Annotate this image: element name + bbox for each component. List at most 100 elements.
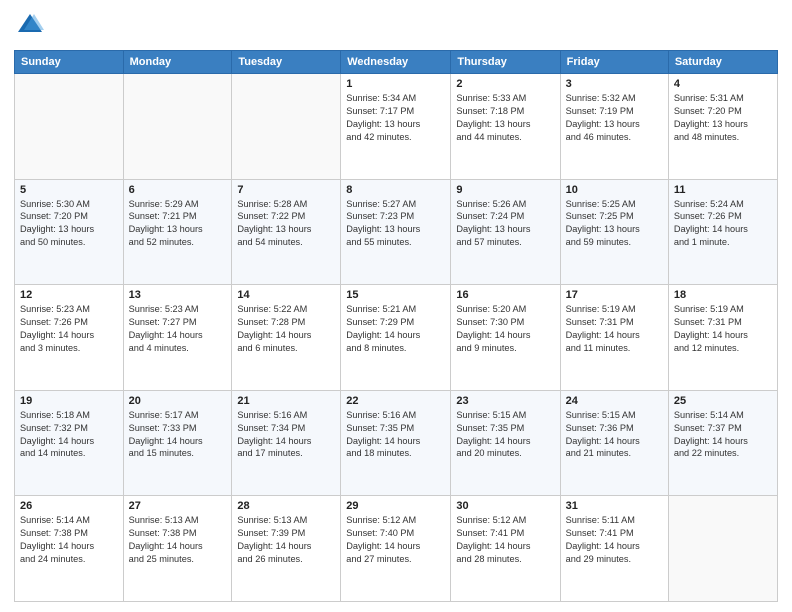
day-number: 6 [129,184,227,196]
day-number: 2 [456,78,554,90]
col-header-wednesday: Wednesday [341,51,451,74]
day-info: Sunrise: 5:11 AM Sunset: 7:41 PM Dayligh… [566,514,663,566]
header [14,10,778,42]
calendar-cell [15,74,124,180]
day-number: 8 [346,184,445,196]
day-number: 7 [237,184,335,196]
calendar-cell: 13 Sunrise: 5:23 AM Sunset: 7:27 PM Dayli… [123,285,232,391]
calendar-cell: 10 Sunrise: 5:25 AM Sunset: 7:25 PM Dayli… [560,179,668,285]
day-number: 16 [456,289,554,301]
calendar-cell: 12Sunrise: 5:23 AM Sunset: 7:26 PM Dayli… [15,285,124,391]
calendar-cell: 4 Sunrise: 5:31 AM Sunset: 7:20 PM Daylig… [668,74,777,180]
day-number: 5 [20,184,118,196]
day-info: Sunrise: 5:15 AM Sunset: 7:36 PM Dayligh… [566,409,663,461]
calendar-cell: 8 Sunrise: 5:27 AM Sunset: 7:23 PM Daylig… [341,179,451,285]
calendar-cell: 7 Sunrise: 5:28 AM Sunset: 7:22 PM Daylig… [232,179,341,285]
col-header-friday: Friday [560,51,668,74]
calendar-cell: 30 Sunrise: 5:12 AM Sunset: 7:41 PM Dayli… [451,496,560,602]
calendar-cell: 20Sunrise: 5:17 AM Sunset: 7:33 PM Dayli… [123,390,232,496]
day-number: 23 [456,395,554,407]
calendar-cell [123,74,232,180]
day-info: Sunrise: 5:27 AM Sunset: 7:23 PM Dayligh… [346,198,445,250]
day-number: 21 [237,395,335,407]
day-info: Sunrise: 5:13 AM Sunset: 7:38 PM Dayligh… [129,514,227,566]
logo-icon [14,10,46,42]
day-info: Sunrise: 5:16 AM Sunset: 7:34 PM Dayligh… [237,409,335,461]
day-number: 3 [566,78,663,90]
day-number: 13 [129,289,227,301]
day-number: 18 [674,289,772,301]
day-number: 19 [20,395,118,407]
day-info: Sunrise: 5:19 AM Sunset: 7:31 PM Dayligh… [674,303,772,355]
day-info: Sunrise: 5:15 AM Sunset: 7:35 PM Dayligh… [456,409,554,461]
calendar-cell: 18 Sunrise: 5:19 AM Sunset: 7:31 PM Dayli… [668,285,777,391]
day-info: Sunrise: 5:19 AM Sunset: 7:31 PM Dayligh… [566,303,663,355]
calendar-cell: 1 Sunrise: 5:34 AM Sunset: 7:17 PM Daylig… [341,74,451,180]
col-header-sunday: Sunday [15,51,124,74]
calendar-cell: 31 Sunrise: 5:11 AM Sunset: 7:41 PM Dayli… [560,496,668,602]
day-info: Sunrise: 5:33 AM Sunset: 7:18 PM Dayligh… [456,92,554,144]
day-info: Sunrise: 5:24 AM Sunset: 7:26 PM Dayligh… [674,198,772,250]
day-info: Sunrise: 5:28 AM Sunset: 7:22 PM Dayligh… [237,198,335,250]
day-info: Sunrise: 5:13 AM Sunset: 7:39 PM Dayligh… [237,514,335,566]
day-info: Sunrise: 5:16 AM Sunset: 7:35 PM Dayligh… [346,409,445,461]
day-info: Sunrise: 5:23 AM Sunset: 7:27 PM Dayligh… [129,303,227,355]
day-info: Sunrise: 5:22 AM Sunset: 7:28 PM Dayligh… [237,303,335,355]
calendar-cell: 2 Sunrise: 5:33 AM Sunset: 7:18 PM Daylig… [451,74,560,180]
day-number: 26 [20,500,118,512]
col-header-tuesday: Tuesday [232,51,341,74]
col-header-thursday: Thursday [451,51,560,74]
calendar-cell: 23 Sunrise: 5:15 AM Sunset: 7:35 PM Dayli… [451,390,560,496]
day-number: 27 [129,500,227,512]
day-number: 14 [237,289,335,301]
calendar-cell: 28 Sunrise: 5:13 AM Sunset: 7:39 PM Dayli… [232,496,341,602]
day-number: 30 [456,500,554,512]
calendar-cell: 9 Sunrise: 5:26 AM Sunset: 7:24 PM Daylig… [451,179,560,285]
day-info: Sunrise: 5:23 AM Sunset: 7:26 PM Dayligh… [20,303,118,355]
day-info: Sunrise: 5:18 AM Sunset: 7:32 PM Dayligh… [20,409,118,461]
calendar-cell [232,74,341,180]
day-info: Sunrise: 5:26 AM Sunset: 7:24 PM Dayligh… [456,198,554,250]
calendar-cell: 17 Sunrise: 5:19 AM Sunset: 7:31 PM Dayli… [560,285,668,391]
calendar-cell: 19 Sunrise: 5:18 AM Sunset: 7:32 PM Dayli… [15,390,124,496]
day-info: Sunrise: 5:14 AM Sunset: 7:38 PM Dayligh… [20,514,118,566]
day-number: 29 [346,500,445,512]
calendar-cell: 11 Sunrise: 5:24 AM Sunset: 7:26 PM Dayli… [668,179,777,285]
day-number: 17 [566,289,663,301]
day-info: Sunrise: 5:12 AM Sunset: 7:40 PM Dayligh… [346,514,445,566]
day-number: 24 [566,395,663,407]
calendar-cell: 27 Sunrise: 5:13 AM Sunset: 7:38 PM Dayli… [123,496,232,602]
day-number: 31 [566,500,663,512]
calendar-cell: 5 Sunrise: 5:30 AM Sunset: 7:20 PM Daylig… [15,179,124,285]
day-number: 1 [346,78,445,90]
day-info: Sunrise: 5:34 AM Sunset: 7:17 PM Dayligh… [346,92,445,144]
calendar-cell: 16 Sunrise: 5:20 AM Sunset: 7:30 PM Dayli… [451,285,560,391]
day-number: 15 [346,289,445,301]
calendar-cell [668,496,777,602]
calendar-cell: 21 Sunrise: 5:16 AM Sunset: 7:34 PM Dayli… [232,390,341,496]
page: SundayMondayTuesdayWednesdayThursdayFrid… [0,0,792,612]
day-info: Sunrise: 5:31 AM Sunset: 7:20 PM Dayligh… [674,92,772,144]
calendar-table: SundayMondayTuesdayWednesdayThursdayFrid… [14,50,778,602]
day-number: 28 [237,500,335,512]
day-info: Sunrise: 5:20 AM Sunset: 7:30 PM Dayligh… [456,303,554,355]
day-info: Sunrise: 5:21 AM Sunset: 7:29 PM Dayligh… [346,303,445,355]
day-number: 9 [456,184,554,196]
day-info: Sunrise: 5:25 AM Sunset: 7:25 PM Dayligh… [566,198,663,250]
calendar-cell: 3Sunrise: 5:32 AM Sunset: 7:19 PM Daylig… [560,74,668,180]
day-info: Sunrise: 5:29 AM Sunset: 7:21 PM Dayligh… [129,198,227,250]
col-header-monday: Monday [123,51,232,74]
day-info: Sunrise: 5:12 AM Sunset: 7:41 PM Dayligh… [456,514,554,566]
day-number: 11 [674,184,772,196]
logo [14,10,50,42]
day-info: Sunrise: 5:17 AM Sunset: 7:33 PM Dayligh… [129,409,227,461]
day-number: 4 [674,78,772,90]
calendar-cell: 25Sunrise: 5:14 AM Sunset: 7:37 PM Dayli… [668,390,777,496]
day-number: 22 [346,395,445,407]
calendar-cell: 29 Sunrise: 5:12 AM Sunset: 7:40 PM Dayli… [341,496,451,602]
day-info: Sunrise: 5:30 AM Sunset: 7:20 PM Dayligh… [20,198,118,250]
calendar-cell: 24 Sunrise: 5:15 AM Sunset: 7:36 PM Dayli… [560,390,668,496]
calendar-cell: 26 Sunrise: 5:14 AM Sunset: 7:38 PM Dayli… [15,496,124,602]
day-number: 25 [674,395,772,407]
day-number: 10 [566,184,663,196]
